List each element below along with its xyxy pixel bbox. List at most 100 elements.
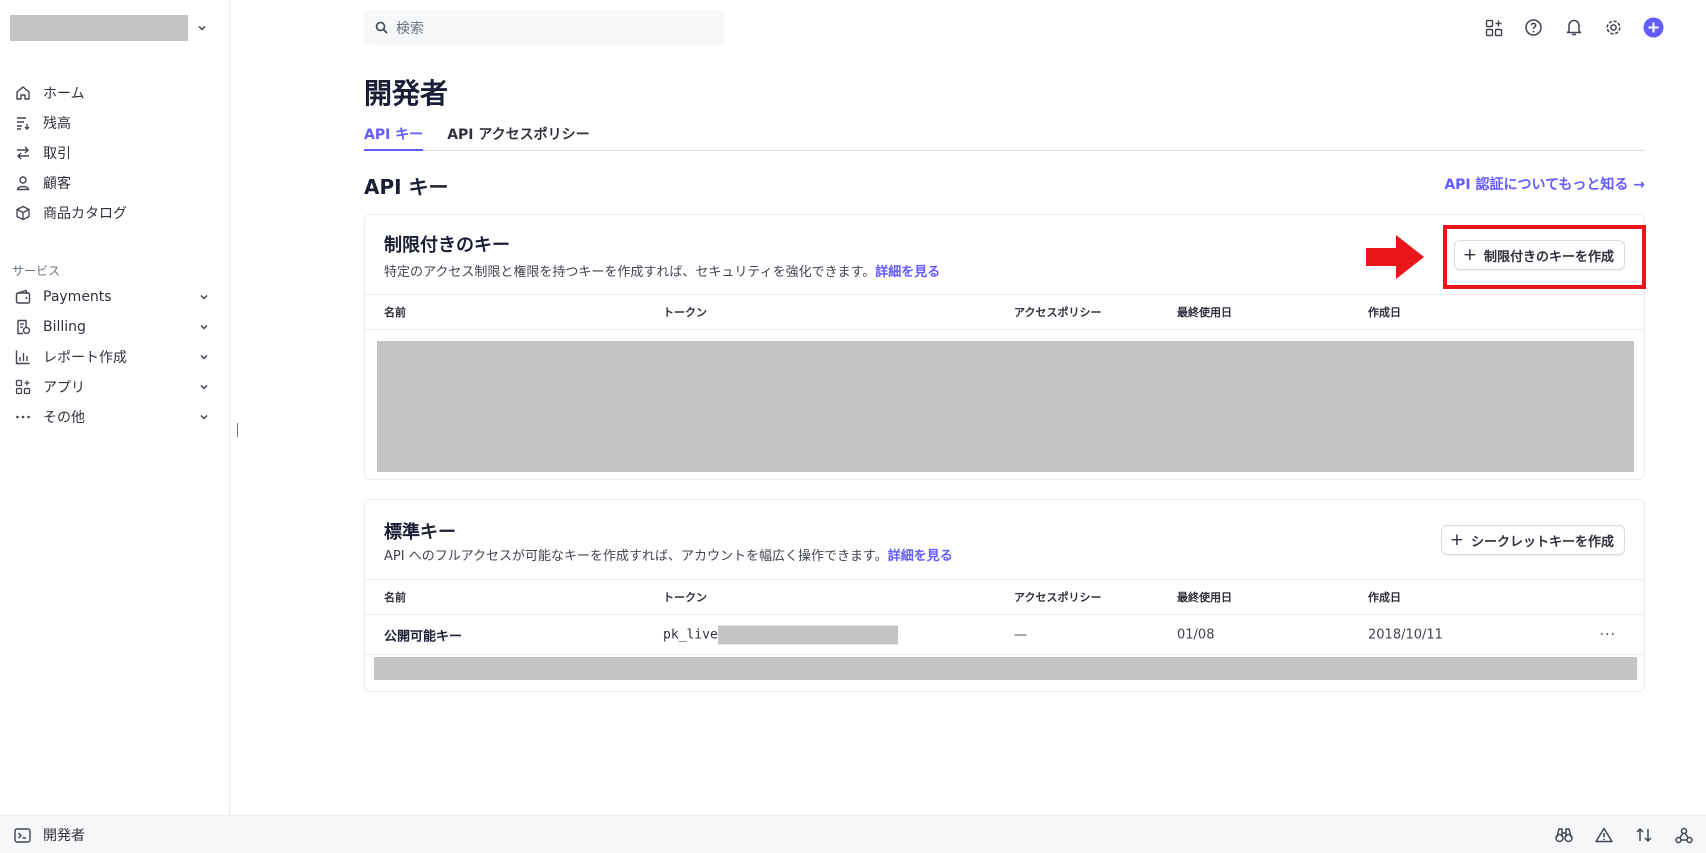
column-header: 名前: [384, 306, 406, 319]
sidebar-resize-handle[interactable]: [237, 423, 238, 437]
apps-icon: [14, 378, 32, 396]
column-header: 作成日: [1368, 591, 1401, 604]
redacted-rows: [377, 341, 1634, 472]
transactions-icon: [14, 144, 32, 162]
api-auth-docs-link[interactable]: API 認証についてもっと知る →: [1444, 174, 1645, 194]
chevron-down-icon: [200, 354, 208, 360]
chevron-down-icon: [198, 25, 206, 31]
terminal-icon: [14, 827, 31, 843]
help-icon[interactable]: [1523, 17, 1544, 38]
sidebar-item-label: 顧客: [43, 176, 71, 192]
binoculars-icon[interactable]: [1554, 825, 1574, 845]
column-header: アクセスポリシー: [1014, 306, 1102, 319]
sidebar-item-more[interactable]: その他: [0, 402, 230, 432]
tab-api-keys[interactable]: API キー: [364, 121, 424, 151]
sidebar-item-label: その他: [43, 410, 85, 426]
sort-arrows-icon[interactable]: [1634, 825, 1654, 845]
token-prefix: pk_live: [663, 627, 718, 642]
column-header: 最終使用日: [1177, 306, 1232, 319]
section-title: API キー: [364, 175, 449, 199]
card-description: 特定のアクセス制限と権限を持つキーを作成すれば、セキュリティを強化できます。詳細…: [384, 265, 941, 280]
column-header: 名前: [384, 591, 406, 604]
learn-more-link[interactable]: 詳細を見る: [888, 549, 953, 564]
column-header: トークン: [663, 306, 707, 319]
bar-chart-icon: [14, 348, 32, 366]
column-header: アクセスポリシー: [1014, 591, 1102, 604]
chevron-down-icon: [200, 384, 208, 390]
sidebar-item-reports[interactable]: レポート作成: [0, 342, 230, 372]
create-secret-key-button[interactable]: + シークレットキーを作成: [1440, 525, 1625, 555]
column-header: トークン: [663, 591, 707, 604]
bottom-bar: 開発者: [0, 815, 1706, 853]
sidebar-item-label: ホーム: [43, 86, 85, 102]
chevron-down-icon: [200, 414, 208, 420]
account-switcher[interactable]: [10, 15, 210, 41]
person-icon: [14, 174, 32, 192]
bottom-bar-tools: [1554, 825, 1694, 845]
sidebar-item-apps[interactable]: アプリ: [0, 372, 230, 402]
table-row[interactable]: 公開可能キー pk_live — 01/08 2018/10/11 ···: [365, 615, 1644, 655]
balance-icon: [14, 114, 32, 132]
column-header: 作成日: [1368, 306, 1401, 319]
sidebar-item-customers[interactable]: 顧客: [0, 168, 230, 198]
create-plus-icon[interactable]: [1643, 17, 1664, 38]
gear-icon[interactable]: [1603, 17, 1624, 38]
column-header: 最終使用日: [1177, 591, 1232, 604]
warning-icon[interactable]: [1594, 825, 1614, 845]
sidebar-item-label: 取引: [43, 146, 71, 162]
webhook-icon[interactable]: [1674, 825, 1694, 845]
tab-api-access-policy[interactable]: API アクセスポリシー: [447, 121, 589, 151]
services-nav: Payments Billing レポート作成 アプリ その他: [0, 282, 230, 432]
services-section-label: サービス: [12, 264, 61, 278]
highlight-box-annotation: [1443, 225, 1646, 289]
sidebar-item-balances[interactable]: 残高: [0, 108, 230, 138]
home-icon: [14, 84, 32, 102]
standard-keys-card: 標準キー API へのフルアクセスが可能なキーを作成すれば、アカウントを幅広く操…: [364, 499, 1645, 692]
bottom-bar-label: 開発者: [43, 828, 85, 844]
bell-icon[interactable]: [1563, 17, 1584, 38]
chevron-down-icon: [200, 324, 208, 330]
table-header: 名前 トークン アクセスポリシー 最終使用日 作成日: [365, 294, 1644, 330]
box-icon: [14, 204, 32, 222]
card-title: 標準キー: [384, 522, 456, 543]
search-placeholder: 検索: [396, 20, 424, 37]
sidebar-item-home[interactable]: ホーム: [0, 78, 230, 108]
card-title: 制限付きのキー: [384, 235, 510, 256]
red-arrow-annotation: [1366, 235, 1424, 279]
sidebar: ホーム 残高 取引 顧客 商品カタログ サービス Payments Billin…: [0, 0, 230, 815]
last-used-cell: 01/08: [1177, 627, 1215, 642]
sidebar-item-payments[interactable]: Payments: [0, 282, 230, 312]
sidebar-item-label: Payments: [43, 289, 112, 305]
sidebar-item-label: 残高: [43, 116, 71, 132]
sidebar-item-billing[interactable]: Billing: [0, 312, 230, 342]
access-policy-cell: —: [1014, 627, 1027, 642]
search-input[interactable]: 検索: [364, 10, 724, 45]
plus-icon: +: [1449, 529, 1464, 550]
chevron-down-icon: [200, 294, 208, 300]
sidebar-item-label: レポート作成: [43, 350, 127, 366]
sidebar-item-transactions[interactable]: 取引: [0, 138, 230, 168]
token-redacted: [717, 625, 898, 644]
page-title: 開発者: [364, 77, 449, 110]
main-nav: ホーム 残高 取引 顧客 商品カタログ: [0, 78, 230, 228]
redacted-row: [374, 657, 1637, 680]
sidebar-item-product-catalog[interactable]: 商品カタログ: [0, 198, 230, 228]
developer-shell-toggle[interactable]: 開発者: [14, 825, 85, 845]
more-icon: [14, 408, 32, 426]
top-toolbar: [1483, 17, 1664, 38]
search-icon: [375, 21, 388, 34]
tab-bar: API キー API アクセスポリシー: [364, 121, 1645, 151]
card-description: API へのフルアクセスが可能なキーを作成すれば、アカウントを幅広く操作できます…: [384, 549, 953, 564]
token-cell[interactable]: pk_live: [663, 625, 898, 644]
billing-icon: [14, 318, 32, 336]
apps-icon[interactable]: [1483, 17, 1504, 38]
learn-more-link[interactable]: 詳細を見る: [875, 265, 940, 280]
sidebar-item-label: 商品カタログ: [43, 206, 127, 222]
table-header: 名前 トークン アクセスポリシー 最終使用日 作成日: [365, 579, 1644, 615]
sidebar-item-label: Billing: [43, 319, 86, 335]
row-actions-icon[interactable]: ···: [1600, 627, 1616, 643]
account-name-redacted: [10, 15, 188, 41]
sidebar-item-label: アプリ: [43, 380, 85, 396]
created-cell: 2018/10/11: [1368, 627, 1443, 642]
wallet-icon: [14, 288, 32, 306]
